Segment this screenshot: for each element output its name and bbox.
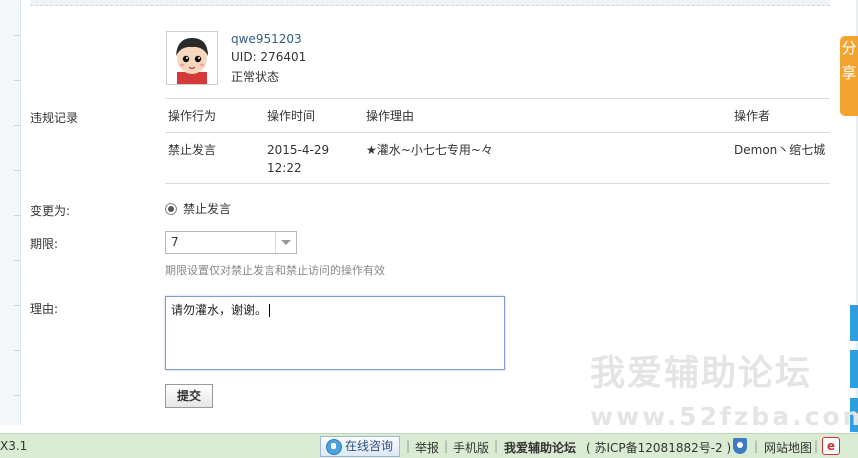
online-consult-button[interactable]: 在线咨询 [320,436,401,457]
shield-icon[interactable] [733,438,747,454]
avatar-image [167,32,217,84]
footer-separator: | [494,439,499,453]
table-row: 禁止发言 2015-4-29 12:22 ★灌水~小七七专用~々 Demon丶绾… [165,133,830,184]
chat-icon [326,439,342,455]
sidebar-divider [14,80,20,81]
header-operator: 操作者 [734,109,771,123]
sidebar-divider [14,170,20,171]
radio-button[interactable] [165,202,177,215]
period-hint: 期限设置仅对禁止发言和禁止访问的操作有效 [165,264,385,277]
period-value: 7 [171,235,179,249]
share-tab[interactable]: 分享 [840,36,858,116]
table-header-row: 操作行为 操作时间 操作理由 操作者 [165,98,830,133]
online-consult-label: 在线咨询 [345,439,394,453]
period-label: 期限: [30,237,59,251]
version-text: X3.1 [0,439,28,453]
site-name[interactable]: 我爱辅助论坛 [504,439,576,456]
sidebar-divider [14,260,20,261]
change-to-label: 变更为: [30,204,71,218]
left-sidebar-strip [0,0,21,425]
sidebar-divider [14,395,20,396]
header-action: 操作行为 [168,109,217,123]
header-time: 操作时间 [267,109,316,123]
sidebar-divider [14,305,20,306]
reason-textarea[interactable]: 请勿灌水，谢谢。 [165,296,505,370]
operator-link[interactable]: Demon丶绾七城 [734,141,825,159]
footer-separator: | [814,439,819,453]
period-select[interactable]: 7 [165,231,297,254]
text-cursor [269,304,271,317]
header-reason: 操作理由 [366,109,415,123]
violation-table: 操作行为 操作时间 操作理由 操作者 禁止发言 2015-4-29 12:22 … [165,98,830,184]
watermark-url: www.52fzba.com [590,402,858,431]
mute-radio-option[interactable]: 禁止发言 [165,200,231,217]
submit-button[interactable]: 提交 [165,384,213,408]
chevron-down-icon [281,240,291,245]
footer-bar: X3.1 在线咨询 | 举报 | 手机版 | 我爱辅助论坛 ( 苏ICP备120… [0,433,858,458]
footer-separator: | [406,439,411,453]
violation-record-label: 违规记录 [30,111,79,125]
mobile-link[interactable]: 手机版 [453,439,489,456]
sidebar-divider [14,350,20,351]
sidebar-divider [14,125,20,126]
cell-date: 2015-4-29 [267,143,330,157]
username-link[interactable]: qwe951203 [231,32,302,46]
top-border-band [30,0,830,6]
radio-label: 禁止发言 [183,202,232,216]
e-logo-icon[interactable]: e [822,437,840,455]
side-float-button[interactable] [850,305,858,341]
dropdown-arrow[interactable] [275,232,296,253]
cell-clock: 12:22 [267,161,302,175]
icp-link[interactable]: ( 苏ICP备12081882号-2 ) [586,439,731,456]
sidebar-divider [14,215,20,216]
footer-separator: | [754,439,759,453]
avatar [166,31,218,85]
watermark-title: 我爱辅助论坛 [590,354,813,394]
cell-time: 2015-4-29 12:22 [267,141,329,177]
user-status: 正常状态 [231,70,280,84]
report-link[interactable]: 举报 [415,439,439,456]
user-uid: UID: 276401 [231,50,307,64]
side-float-button[interactable] [850,350,858,388]
reason-label: 理由: [30,302,59,316]
cell-reason: ★灌水~小七七专用~々 [366,143,493,157]
cell-action: 禁止发言 [168,143,217,157]
footer-separator: | [444,439,449,453]
reason-value: 请勿灌水，谢谢。 [171,303,268,317]
sitemap-link[interactable]: 网站地图 [764,439,812,456]
sidebar-divider [14,35,20,36]
reason-text: 请勿灌水，谢谢。 [171,301,271,318]
